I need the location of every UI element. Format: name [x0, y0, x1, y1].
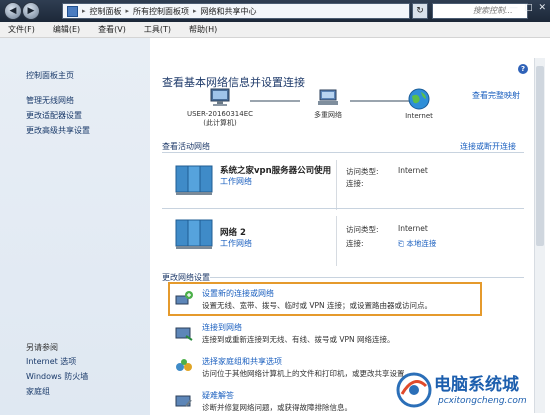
new-connection-icon	[175, 291, 193, 305]
sidebar-item-manage-wireless[interactable]: 管理无线网络	[26, 95, 90, 106]
map-connector	[250, 100, 300, 102]
menu-tools[interactable]: 工具(T)	[144, 24, 171, 35]
breadcrumb-item[interactable]: 控制面板	[90, 6, 122, 17]
breadcrumb-separator: ▸	[82, 7, 86, 15]
access-type-value: Internet	[398, 224, 428, 233]
network-bench-icon	[175, 165, 213, 195]
back-button[interactable]: ◀	[4, 2, 22, 20]
active-network-row: 网络 2 工作网络 访问类型: Internet 连接: ⎗ 本地连接	[162, 212, 522, 270]
menu-edit[interactable]: 编辑(E)	[53, 24, 80, 35]
help-icon[interactable]: ?	[518, 64, 528, 74]
task-desc: 连接到或重新连接到无线、有线、拨号或 VPN 网络连接。	[202, 335, 395, 344]
minimize-button[interactable]: —	[509, 3, 518, 13]
local-connection-link[interactable]: ⎗ 本地连接	[398, 238, 436, 249]
maximize-button[interactable]: □	[524, 3, 533, 13]
sidebar: 控制面板主页 管理无线网络 更改适配器设置 更改高级共享设置 另请参阅 Inte…	[0, 38, 150, 415]
breadcrumb-item[interactable]: 网络和共享中心	[201, 6, 257, 17]
troubleshoot-icon	[175, 395, 192, 407]
task-desc: 设置无线、宽带、拨号、临时或 VPN 连接；或设置路由器或访问点。	[202, 301, 433, 310]
connect-network-icon	[175, 327, 193, 341]
network-name: 网络 2	[220, 228, 246, 238]
watermark-url: pcxitongcheng.com	[438, 396, 527, 406]
connection: 连接: ⎗ 本地连接	[346, 238, 436, 249]
see-also-firewall[interactable]: Windows 防火墙	[26, 371, 88, 382]
network-hub-icon	[318, 89, 338, 105]
homegroup-icon	[176, 359, 192, 371]
sidebar-item-advanced-sharing[interactable]: 更改高级共享设置	[26, 125, 90, 136]
breadcrumb-separator: ▸	[193, 7, 197, 15]
breadcrumb-separator: ▸	[125, 7, 130, 15]
computer-icon	[210, 88, 230, 106]
network-row-divider	[336, 160, 337, 210]
section-divider	[162, 152, 524, 153]
section-divider	[162, 208, 524, 209]
globe-icon	[408, 88, 430, 110]
map-node-internet[interactable]: Internet	[394, 88, 444, 120]
window-controls: — □ ✕	[509, 3, 546, 13]
watermark: 电脑系统城 pcxitongcheng.com	[392, 368, 548, 414]
refresh-button[interactable]: ↻	[412, 3, 428, 19]
see-also-list: Internet 选项 Windows 防火墙 家庭组	[26, 356, 88, 397]
control-panel-icon	[67, 5, 78, 17]
network-bench-icon	[175, 219, 213, 249]
access-type-label: 访问类型:	[346, 225, 379, 234]
connect-disconnect-link[interactable]: 连接或断开连接	[460, 141, 516, 152]
map-node-computer[interactable]: USER-20160314EC (此计算机)	[180, 88, 260, 128]
main-content: ? 查看基本网络信息并设置连接 查看完整映射 USER-20160314EC (…	[150, 38, 550, 415]
see-also-internet-options[interactable]: Internet 选项	[26, 356, 88, 367]
connection: 连接:	[346, 178, 364, 189]
forward-button[interactable]: ▶	[22, 2, 40, 20]
task-title[interactable]: 选择家庭组和共享选项	[202, 356, 282, 367]
network-type-link[interactable]: 工作网络	[220, 238, 252, 249]
menu-bar: 文件(F) 编辑(E) 查看(V) 工具(T) 帮助(H)	[0, 22, 550, 38]
access-type: 访问类型: Internet	[346, 224, 428, 235]
active-networks-title: 查看活动网络	[162, 142, 210, 151]
breadcrumb[interactable]: ▸ 控制面板 ▸ 所有控制面板项 ▸ 网络和共享中心	[62, 3, 410, 19]
access-type-label: 访问类型:	[346, 167, 379, 176]
map-node-sub: (此计算机)	[203, 119, 237, 127]
scrollbar[interactable]	[534, 58, 545, 413]
task-title[interactable]: 连接到网络	[202, 322, 242, 333]
search-placeholder: 搜索控制...	[473, 6, 513, 15]
network-map: USER-20160314EC (此计算机) 多重网络 Internet	[150, 86, 530, 132]
scrollbar-thumb[interactable]	[536, 66, 544, 246]
menu-file[interactable]: 文件(F)	[8, 24, 35, 35]
active-network-row: 系统之家vpn服务器公司使用 工作网络 访问类型: Internet 连接:	[162, 156, 522, 214]
connection-label: 连接:	[346, 179, 364, 188]
network-type-link[interactable]: 工作网络	[220, 176, 252, 187]
menu-view[interactable]: 查看(V)	[98, 24, 126, 35]
breadcrumb-item[interactable]: 所有控制面板项	[133, 6, 189, 17]
sidebar-tasks: 管理无线网络 更改适配器设置 更改高级共享设置	[26, 95, 90, 136]
map-node-multiple-networks[interactable]: 多重网络	[298, 88, 358, 120]
network-name: 系统之家vpn服务器公司使用	[220, 166, 332, 176]
task-desc: 诊断并修复网络问题，或获得故障排除信息。	[202, 403, 352, 412]
access-type: 访问类型: Internet	[346, 166, 428, 177]
see-also-homegroup[interactable]: 家庭组	[26, 386, 88, 397]
connection-label: 连接:	[346, 239, 364, 248]
task-title[interactable]: 疑难解答	[202, 390, 234, 401]
sidebar-home-link[interactable]: 控制面板主页	[26, 70, 74, 81]
close-button[interactable]: ✕	[538, 3, 546, 13]
task-title[interactable]: 设置新的连接或网络	[202, 288, 274, 299]
map-node-label: Internet	[405, 112, 433, 120]
menu-help[interactable]: 帮助(H)	[189, 24, 217, 35]
network-row-divider	[336, 216, 337, 266]
task-desc: 访问位于其他网络计算机上的文件和打印机，或更改共享设置。	[202, 369, 412, 378]
map-node-label: USER-20160314EC	[186, 110, 254, 118]
map-node-label: 多重网络	[314, 111, 342, 119]
sidebar-item-adapter-settings[interactable]: 更改适配器设置	[26, 110, 90, 121]
watermark-brand: 电脑系统城	[434, 375, 519, 395]
title-bar: ◀ ▶ ▸ 控制面板 ▸ 所有控制面板项 ▸ 网络和共享中心 ↻ 搜索控制...…	[0, 0, 550, 22]
see-also-title: 另请参阅	[26, 343, 58, 352]
connection-value[interactable]: 本地连接	[406, 239, 436, 248]
access-type-value: Internet	[398, 166, 428, 175]
section-divider	[210, 277, 524, 278]
